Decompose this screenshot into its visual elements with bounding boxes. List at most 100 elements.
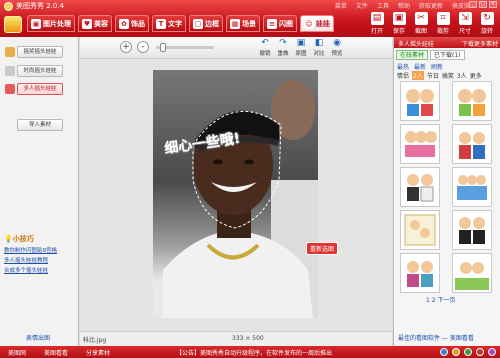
menu-item-file[interactable]: 文件 (356, 1, 368, 10)
emoji-output-link[interactable]: 表情出图 (26, 333, 50, 342)
screenshot-button[interactable]: ✂ 截图 (410, 12, 432, 35)
sort-new-link[interactable]: 最新 (414, 62, 426, 71)
photo-image (163, 80, 318, 318)
material-thumbnail[interactable] (452, 210, 492, 250)
notice-text[interactable]: 【公告】美图秀秀自动升级程序，在软件发布的一周后推出 (176, 348, 332, 357)
tab-frame[interactable]: ▢ 边框 (189, 15, 223, 32)
preview-button[interactable]: ◉ 预览 (328, 38, 346, 57)
category-couple[interactable]: 情侣 (397, 71, 409, 80)
rotate-icon: ↻ (480, 12, 494, 25)
material-thumbnail[interactable] (452, 124, 492, 164)
tip-link[interactable]: 合成多个摇头娃娃 (4, 266, 48, 274)
flower-icon: ✿ (119, 18, 129, 29)
menu-item-help[interactable]: 帮助 (398, 1, 410, 10)
tab-downloaded[interactable]: 已下载(1) (430, 50, 465, 60)
undo-button[interactable]: ↶ 撤销 (256, 38, 274, 57)
left-panel: 摇奖摇头娃娃 时尚摇头娃娃 多人摇头娃娃 导入素材 💡小技巧 教你制作闪图贴9宫… (0, 37, 79, 346)
tab-beauty[interactable]: ♥ 美容 (78, 15, 112, 32)
material-thumbnail[interactable] (400, 253, 440, 293)
window-controls: _ □ × (469, 1, 497, 8)
material-thumbnail[interactable] (452, 253, 492, 293)
zoom-in-button[interactable]: + (120, 41, 132, 53)
material-thumbnail[interactable] (400, 210, 440, 250)
zoom-out-button[interactable]: - (137, 41, 149, 53)
home-button[interactable] (4, 16, 22, 33)
maximize-icon[interactable]: □ (479, 1, 487, 8)
doll-thumbnail-icon (459, 217, 485, 244)
material-thumbnail[interactable] (400, 124, 440, 164)
original-icon: ▣ (296, 38, 306, 48)
material-dropdown[interactable]: 多人摇头娃娃 (398, 39, 434, 48)
category-filter: 情侣 2人 节日 搞笑 3人 更多 (397, 71, 482, 80)
editor-area: + - ↶ 撤销 ↷ 重做 ▣ 原图 ◧ 对比 ◉ 预览 细心一些哦! 重新选图… (80, 37, 392, 346)
menu-item-update[interactable]: 获取更新 (419, 1, 443, 10)
compare-button[interactable]: ◧ 对比 (310, 38, 328, 57)
app-logo-icon (4, 2, 13, 11)
category-2-people[interactable]: 2人 (412, 71, 424, 80)
menu-item-menu[interactable]: 菜单 (335, 1, 347, 10)
menu-item-tools[interactable]: 工具 (377, 1, 389, 10)
share-material-link[interactable]: 分享素材 (86, 348, 110, 357)
import-material-button[interactable]: 导入素材 (17, 119, 63, 131)
meitu-viewer-link[interactable]: 美图看看 (44, 348, 68, 357)
rotate-button[interactable]: ↻ 旋转 (476, 12, 498, 35)
pagination[interactable]: 1 2 下一页 (426, 295, 455, 304)
tab-accessories[interactable]: ✿ 饰品 (115, 15, 149, 32)
refresh-link[interactable]: 刷新 (431, 62, 443, 71)
category-3-people[interactable]: 3人 (457, 71, 467, 80)
fashion-doll-button[interactable]: 时尚摇头娃娃 (17, 65, 63, 77)
category-more[interactable]: 更多 (470, 71, 482, 80)
tab-image-processing[interactable]: ▣ 图片处理 (27, 15, 75, 32)
resize-button[interactable]: ⇲ 尺寸 (454, 12, 476, 35)
category-holiday[interactable]: 节日 (427, 71, 439, 80)
save-button[interactable]: ▣ 保存 (388, 12, 410, 35)
image-icon: ▣ (31, 18, 41, 29)
photo-canvas[interactable] (153, 70, 318, 318)
material-thumbnail[interactable] (452, 81, 492, 121)
open-icon: ▤ (370, 12, 384, 25)
tab-doll[interactable]: ☺ 娃娃 (300, 15, 334, 32)
tab-scene[interactable]: ▦ 场景 (226, 15, 260, 32)
redo-icon: ↷ (279, 38, 287, 48)
doll-thumbnail-icon (458, 89, 486, 116)
material-thumbnail[interactable] (452, 167, 492, 207)
main-tabs: ▣ 图片处理 ♥ 美容 ✿ 饰品 T 文字 ▢ 边框 ▦ 场景 ≡ 闪图 ☺ 娃娃 (27, 15, 334, 32)
star-icon[interactable] (452, 348, 460, 356)
undo-icon: ↶ (261, 38, 269, 48)
menu-item-skin[interactable]: 换皮肤 (452, 1, 470, 10)
download-more-link[interactable]: 下载更多素材 (462, 39, 498, 48)
material-thumbnail[interactable] (400, 167, 440, 207)
material-thumbnail[interactable] (400, 81, 440, 121)
redo-button[interactable]: ↷ 重做 (274, 38, 292, 57)
zoom-slider-handle[interactable] (160, 43, 166, 52)
text-icon: T (156, 18, 166, 29)
tips-title: 💡小技巧 (4, 235, 34, 243)
close-icon[interactable]: × (489, 1, 497, 8)
right-panel: 多人摇头娃娃 下载更多素材 在线素材 已下载(1) 最热 最新 刷新 情侣 2人… (393, 37, 500, 346)
settings-icon[interactable] (488, 348, 496, 356)
top-menu: 菜单 文件 工具 帮助 获取更新 换皮肤 (335, 1, 470, 10)
tab-text[interactable]: T 文字 (152, 15, 186, 32)
screenshot-icon: ✂ (414, 12, 428, 25)
status-bar: 科比.jpg 333 × 500 (80, 331, 392, 346)
open-button[interactable]: ▤ 打开 (366, 12, 388, 35)
meitu-site-link[interactable]: 美图网 (8, 348, 26, 357)
lottery-doll-button[interactable]: 摇奖摇头娃娃 (17, 46, 63, 58)
share-icon[interactable] (440, 348, 448, 356)
doll-icon: ☺ (304, 18, 314, 29)
doll-thumbnail-icon (404, 214, 436, 246)
tab-flash[interactable]: ≡ 闪图 (263, 15, 297, 32)
viewer-promo-link[interactable]: 最佳的看图软件 — 美图看看 (398, 333, 474, 342)
message-icon[interactable] (464, 348, 472, 356)
minimize-icon[interactable]: _ (469, 1, 477, 8)
original-button[interactable]: ▣ 原图 (292, 38, 310, 57)
reselect-image-badge[interactable]: 重新选图 (306, 242, 339, 255)
tab-online-material[interactable]: 在线素材 (396, 50, 429, 60)
tip-link[interactable]: 教你制作闪图贴9宫格 (4, 246, 57, 254)
tip-link[interactable]: 多人摇头娃娃教程 (4, 256, 48, 264)
sort-hot-link[interactable]: 最热 (397, 62, 409, 71)
crop-button[interactable]: ⌗ 裁剪 (432, 12, 454, 35)
category-funny[interactable]: 搞笑 (442, 71, 454, 80)
multi-doll-button[interactable]: 多人摇头娃娃 (17, 83, 63, 95)
weibo-icon[interactable] (476, 348, 484, 356)
